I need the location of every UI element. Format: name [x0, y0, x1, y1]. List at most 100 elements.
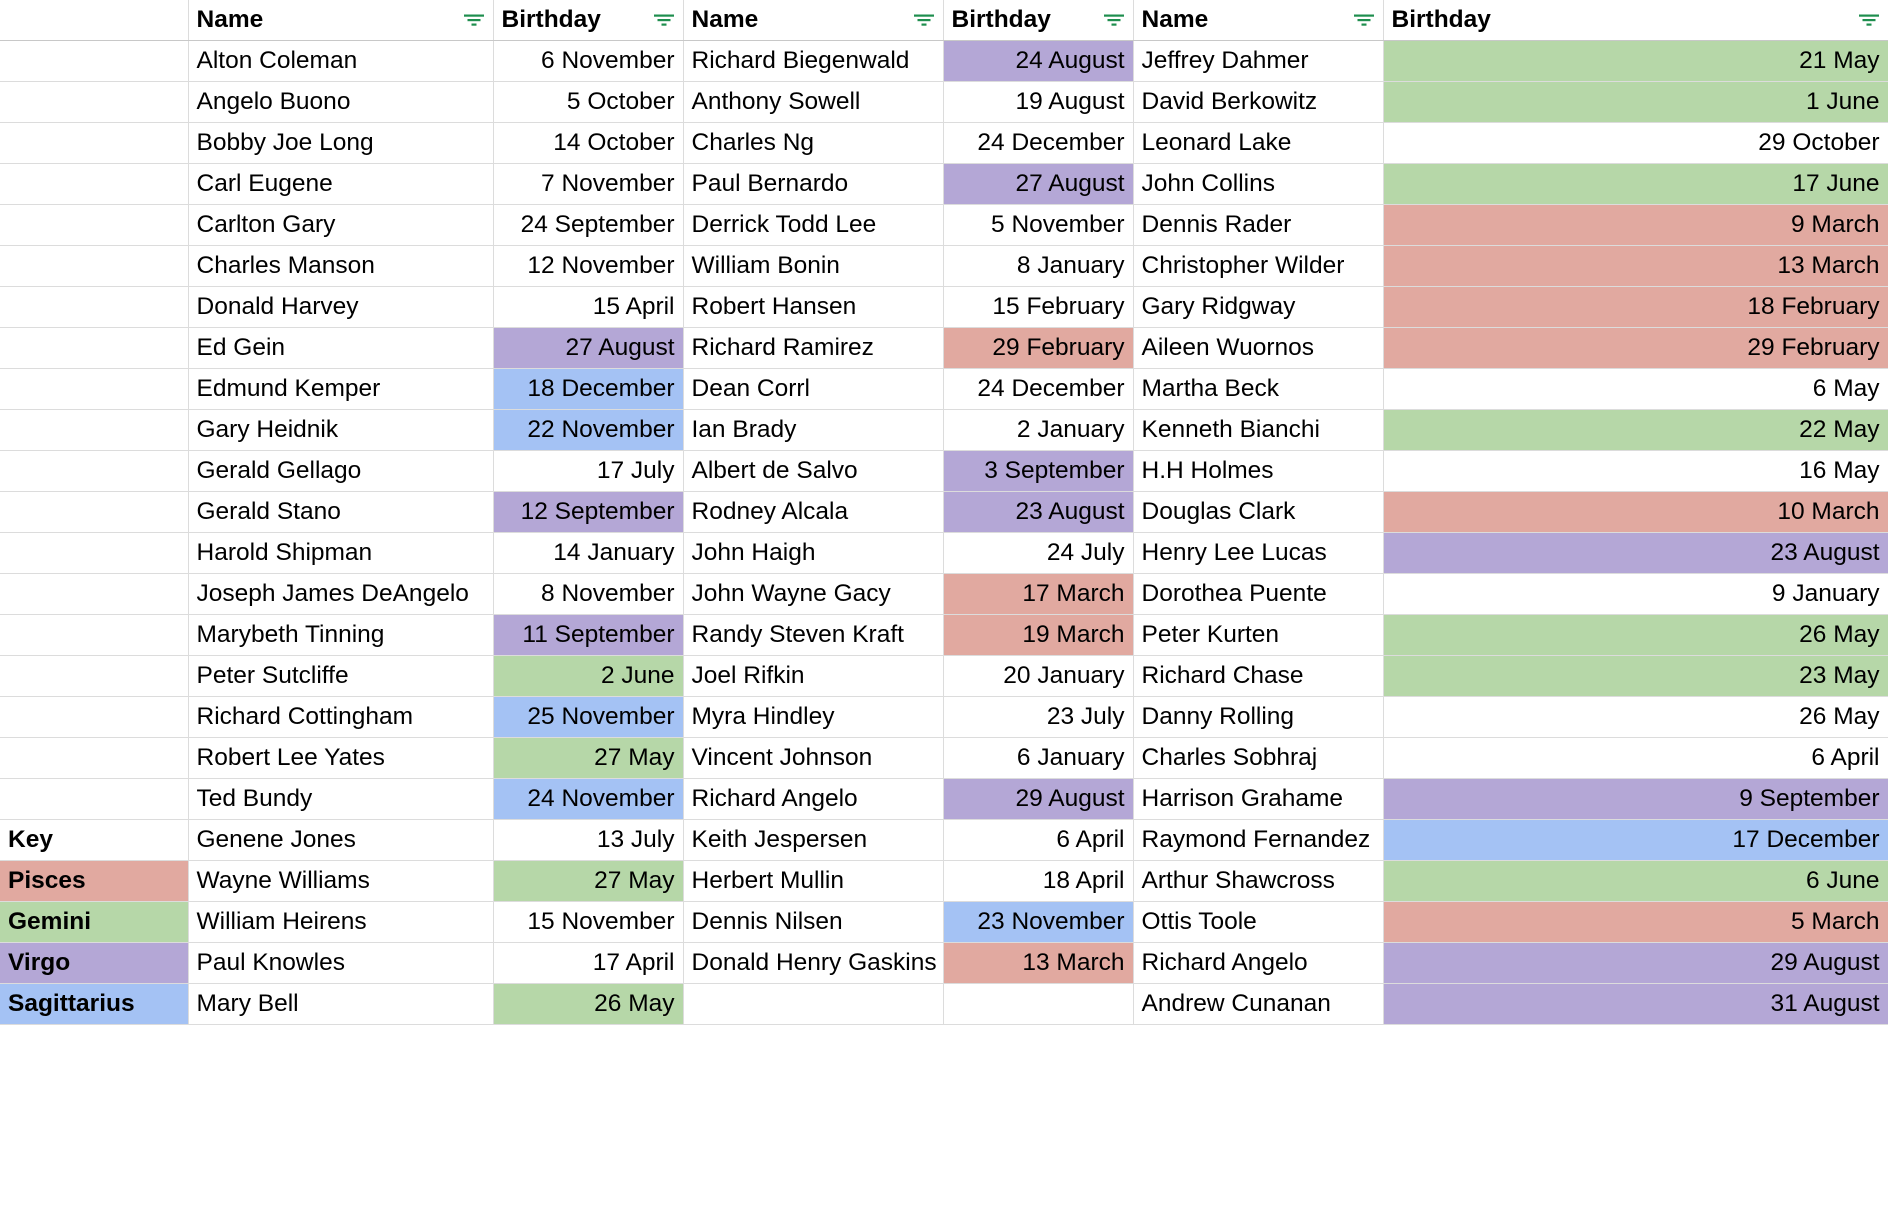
cell-name[interactable]: Mary Bell: [188, 983, 494, 1025]
cell-name[interactable]: Robert Hansen: [683, 286, 944, 328]
cell-birthday[interactable]: 6 April: [1383, 737, 1888, 779]
cell-birthday[interactable]: 27 August: [943, 163, 1134, 205]
cell-name[interactable]: Dorothea Puente: [1133, 573, 1384, 615]
cell-birthday[interactable]: 13 July: [493, 819, 684, 861]
key-legend-item[interactable]: Sagittarius: [0, 983, 189, 1025]
cell-birthday[interactable]: 1 June: [1383, 81, 1888, 123]
cell-name[interactable]: Richard Angelo: [683, 778, 944, 820]
cell-name[interactable]: Raymond Fernandez: [1133, 819, 1384, 861]
cell-name[interactable]: Douglas Clark: [1133, 491, 1384, 533]
cell-birthday[interactable]: 31 August: [1383, 983, 1888, 1025]
cell-birthday[interactable]: 17 June: [1383, 163, 1888, 205]
cell-name[interactable]: Donald Henry Gaskins: [683, 942, 944, 984]
cell-birthday[interactable]: 9 March: [1383, 204, 1888, 246]
key-legend-item[interactable]: Gemini: [0, 901, 189, 943]
cell-birthday[interactable]: 13 March: [943, 942, 1134, 984]
cell-birthday[interactable]: 24 December: [943, 368, 1134, 410]
cell-birthday[interactable]: 14 January: [493, 532, 684, 574]
filter-icon[interactable]: [1353, 12, 1375, 28]
cell-name[interactable]: Richard Angelo: [1133, 942, 1384, 984]
cell-birthday[interactable]: 8 November: [493, 573, 684, 615]
cell-name[interactable]: Keith Jespersen: [683, 819, 944, 861]
cell-birthday[interactable]: 15 November: [493, 901, 684, 943]
cell-name[interactable]: Aileen Wuornos: [1133, 327, 1384, 369]
cell-birthday[interactable]: 17 March: [943, 573, 1134, 615]
cell-birthday[interactable]: 5 March: [1383, 901, 1888, 943]
cell-birthday[interactable]: 22 November: [493, 409, 684, 451]
cell-name[interactable]: Edmund Kemper: [188, 368, 494, 410]
key-legend-item[interactable]: Pisces: [0, 860, 189, 902]
cell-birthday[interactable]: 25 November: [493, 696, 684, 738]
cell-birthday[interactable]: 17 December: [1383, 819, 1888, 861]
cell-name[interactable]: Martha Beck: [1133, 368, 1384, 410]
cell-birthday[interactable]: 24 December: [943, 122, 1134, 164]
cell-birthday[interactable]: 29 February: [943, 327, 1134, 369]
cell-birthday[interactable]: 27 August: [493, 327, 684, 369]
cell-name[interactable]: Peter Kurten: [1133, 614, 1384, 656]
cell-birthday[interactable]: 23 August: [943, 491, 1134, 533]
column-header-birthday-2[interactable]: Birthday: [943, 0, 1134, 41]
cell-name[interactable]: William Heirens: [188, 901, 494, 943]
cell-name[interactable]: Myra Hindley: [683, 696, 944, 738]
cell-birthday[interactable]: 5 October: [493, 81, 684, 123]
cell-birthday[interactable]: 6 November: [493, 40, 684, 82]
cell-name[interactable]: Paul Knowles: [188, 942, 494, 984]
cell-name[interactable]: Gary Ridgway: [1133, 286, 1384, 328]
cell-birthday[interactable]: 19 August: [943, 81, 1134, 123]
cell-birthday[interactable]: 29 February: [1383, 327, 1888, 369]
cell-birthday[interactable]: 20 January: [943, 655, 1134, 697]
cell-birthday[interactable]: 2 January: [943, 409, 1134, 451]
cell-birthday[interactable]: 23 August: [1383, 532, 1888, 574]
cell-birthday[interactable]: 23 November: [943, 901, 1134, 943]
cell-name[interactable]: Charles Sobhraj: [1133, 737, 1384, 779]
cell-birthday[interactable]: 18 February: [1383, 286, 1888, 328]
cell-birthday[interactable]: 24 July: [943, 532, 1134, 574]
cell-birthday[interactable]: 29 October: [1383, 122, 1888, 164]
cell-name[interactable]: Joel Rifkin: [683, 655, 944, 697]
cell-birthday[interactable]: 23 July: [943, 696, 1134, 738]
cell-name[interactable]: Ted Bundy: [188, 778, 494, 820]
cell-birthday[interactable]: 15 April: [493, 286, 684, 328]
cell-name[interactable]: H.H Holmes: [1133, 450, 1384, 492]
column-header-birthday-3[interactable]: Birthday: [1383, 0, 1888, 41]
cell-name[interactable]: Dennis Rader: [1133, 204, 1384, 246]
cell-name[interactable]: Christopher Wilder: [1133, 245, 1384, 287]
cell-birthday[interactable]: 14 October: [493, 122, 684, 164]
cell-birthday[interactable]: 29 August: [1383, 942, 1888, 984]
cell-birthday[interactable]: 29 August: [943, 778, 1134, 820]
cell-name[interactable]: Alton Coleman: [188, 40, 494, 82]
cell-name[interactable]: Angelo Buono: [188, 81, 494, 123]
cell-birthday[interactable]: 12 November: [493, 245, 684, 287]
cell-name[interactable]: Richard Ramirez: [683, 327, 944, 369]
cell-birthday[interactable]: 9 September: [1383, 778, 1888, 820]
cell-birthday[interactable]: 3 September: [943, 450, 1134, 492]
cell-birthday[interactable]: 24 August: [943, 40, 1134, 82]
cell-name[interactable]: Gary Heidnik: [188, 409, 494, 451]
cell-name[interactable]: Rodney Alcala: [683, 491, 944, 533]
cell-birthday[interactable]: 26 May: [1383, 696, 1888, 738]
cell-name[interactable]: Paul Bernardo: [683, 163, 944, 205]
cell-name[interactable]: Ed Gein: [188, 327, 494, 369]
cell-name[interactable]: John Haigh: [683, 532, 944, 574]
cell-birthday[interactable]: 6 May: [1383, 368, 1888, 410]
cell-name[interactable]: [683, 983, 944, 1025]
cell-birthday[interactable]: 21 May: [1383, 40, 1888, 82]
column-header-name-2[interactable]: Name: [683, 0, 944, 41]
cell-name[interactable]: Vincent Johnson: [683, 737, 944, 779]
cell-name[interactable]: Arthur Shawcross: [1133, 860, 1384, 902]
cell-birthday[interactable]: 13 March: [1383, 245, 1888, 287]
cell-name[interactable]: John Collins: [1133, 163, 1384, 205]
cell-name[interactable]: John Wayne Gacy: [683, 573, 944, 615]
cell-birthday[interactable]: 6 April: [943, 819, 1134, 861]
cell-birthday[interactable]: 19 March: [943, 614, 1134, 656]
filter-icon[interactable]: [463, 12, 485, 28]
cell-birthday[interactable]: 17 July: [493, 450, 684, 492]
cell-birthday[interactable]: 27 May: [493, 737, 684, 779]
column-header-name-1[interactable]: Name: [188, 0, 494, 41]
filter-icon[interactable]: [913, 12, 935, 28]
cell-birthday[interactable]: 24 September: [493, 204, 684, 246]
cell-name[interactable]: Anthony Sowell: [683, 81, 944, 123]
cell-birthday[interactable]: 18 December: [493, 368, 684, 410]
cell-birthday[interactable]: 2 June: [493, 655, 684, 697]
cell-name[interactable]: Richard Cottingham: [188, 696, 494, 738]
